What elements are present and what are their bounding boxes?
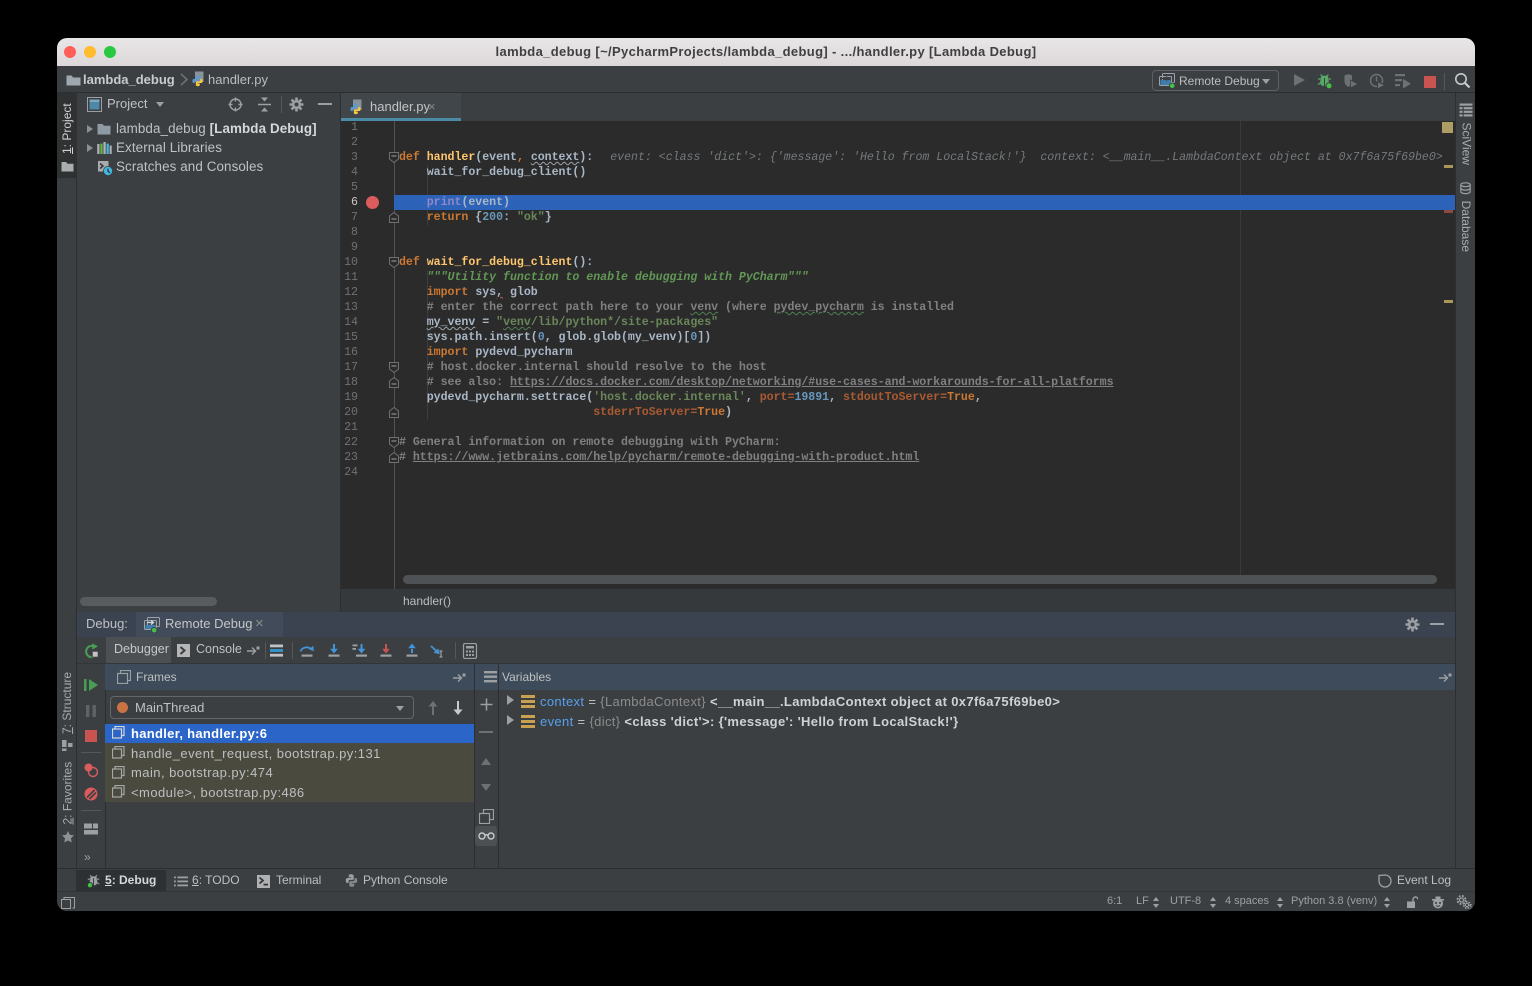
svg-text:?: ? [1469, 904, 1472, 910]
